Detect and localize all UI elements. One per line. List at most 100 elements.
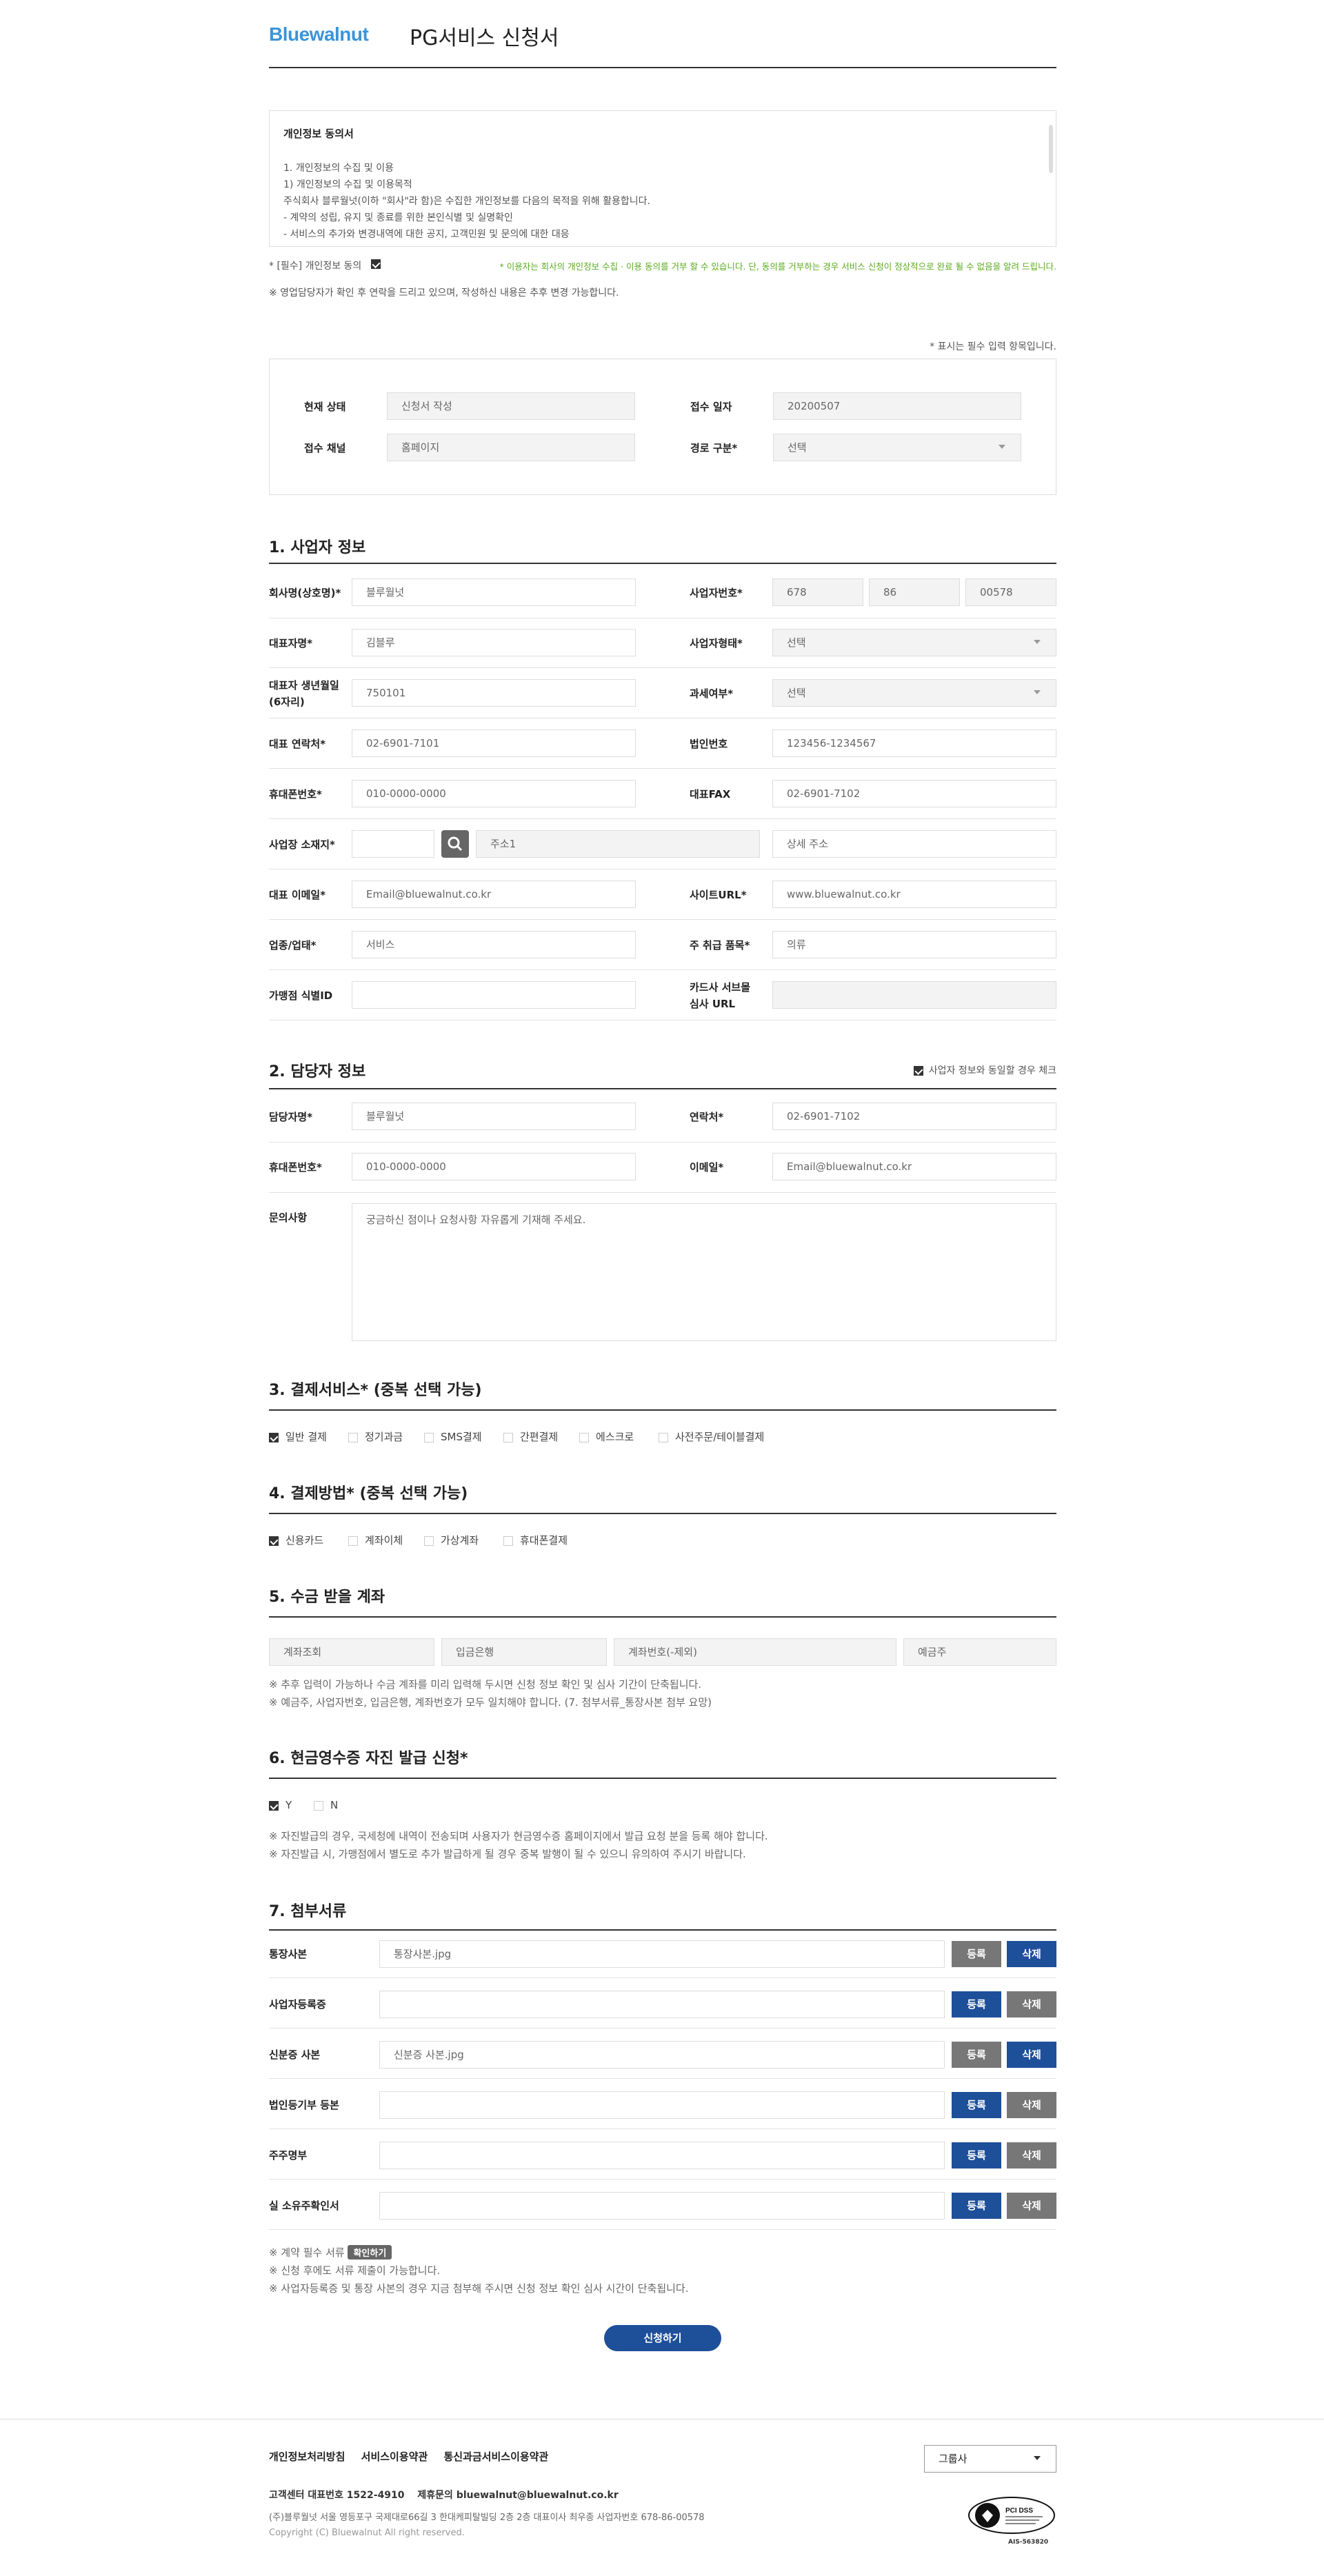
services-section: 3. 결제서비스* (중복 선택 가능) 일반 결제 정기과금 SMS결제 간편…: [269, 1378, 1056, 1453]
method-option-mobile[interactable]: 휴대폰결제: [503, 1533, 568, 1547]
service-checkbox[interactable]: [503, 1432, 513, 1442]
site-input[interactable]: www.bluewalnut.co.kr: [772, 881, 1056, 908]
address1-input[interactable]: 주소1: [476, 830, 760, 858]
manager-divider: [269, 1088, 1056, 1089]
attach-file-input[interactable]: 신분증 사본.jpg: [379, 2041, 945, 2069]
register-button[interactable]: 등록: [952, 2142, 1001, 2169]
company-input[interactable]: 블루월넛: [352, 578, 636, 606]
account-lookup-button[interactable]: 계좌조회: [269, 1638, 434, 1666]
register-button[interactable]: 등록: [952, 2042, 1001, 2068]
review-url-input[interactable]: [772, 981, 1056, 1009]
fax-input[interactable]: 02-6901-7102: [772, 780, 1056, 807]
service-checkbox[interactable]: [424, 1432, 434, 1442]
bank-input[interactable]: 입금은행: [441, 1638, 607, 1666]
manager-mobile-input[interactable]: 010-0000-0000: [352, 1153, 636, 1180]
attach-label: 주주명부: [269, 2149, 308, 2162]
footer: 개인정보처리방침 서비스이용약관 통신과금서비스이용약관 그룹사 고객센터 대표…: [269, 2441, 1056, 2572]
same-as-business-label: 사업자 정보와 동일할 경우 체크: [928, 1065, 1056, 1076]
service-option-label: 정기과금: [365, 1431, 403, 1443]
service-option-sms[interactable]: SMS결제: [424, 1429, 482, 1444]
same-as-business-checkbox[interactable]: [913, 1066, 923, 1076]
address2-input[interactable]: 상세 주소: [772, 830, 1056, 858]
attach-file-input[interactable]: 통장사본.jpg: [379, 1940, 945, 1968]
account-divider: [269, 1616, 1056, 1618]
attach-file-input[interactable]: [379, 1991, 945, 2018]
privacy-scrollbar[interactable]: [1049, 125, 1053, 173]
mobile-input[interactable]: 010-0000-0000: [352, 780, 636, 807]
register-button[interactable]: 등록: [952, 2092, 1001, 2118]
receipt-option-no[interactable]: N: [314, 1799, 338, 1811]
delete-button[interactable]: 삭제: [1007, 2193, 1056, 2219]
holder-input[interactable]: 예금주: [903, 1638, 1056, 1666]
method-checkbox[interactable]: [348, 1536, 358, 1546]
register-button[interactable]: 등록: [952, 2193, 1001, 2219]
method-checkbox[interactable]: [503, 1536, 513, 1546]
receipt-option-yes[interactable]: Y: [269, 1799, 292, 1811]
delete-button[interactable]: 삭제: [1007, 2092, 1056, 2118]
register-button[interactable]: 등록: [952, 1941, 1001, 1967]
method-option-label: 가상계좌: [441, 1534, 479, 1547]
delete-button[interactable]: 삭제: [1007, 1991, 1056, 2017]
method-option-virtual-account[interactable]: 가상계좌: [424, 1533, 479, 1547]
footer-link-privacy[interactable]: 개인정보처리방침: [269, 2451, 345, 2463]
receipt-checkbox[interactable]: [314, 1800, 323, 1811]
privacy-agree-checkbox[interactable]: [371, 259, 381, 269]
inquiry-textarea[interactable]: 궁금하신 점이나 요청사항 자유롭게 기재해 주세요.: [352, 1203, 1056, 1341]
manager-email-input[interactable]: Email@bluewalnut.co.kr: [772, 1153, 1056, 1180]
manager-name-input[interactable]: 블루월넛: [352, 1103, 636, 1130]
bluewalnut-logo[interactable]: Bluewalnut: [269, 23, 369, 46]
delete-button[interactable]: 삭제: [1007, 2142, 1056, 2169]
register-button[interactable]: 등록: [952, 1991, 1001, 2017]
account-number-input[interactable]: 계좌번호(-제외): [614, 1638, 896, 1666]
tel-input[interactable]: 02-6901-7101: [352, 729, 636, 757]
footer-link-billing[interactable]: 통신과금서비스이용약관: [443, 2451, 548, 2463]
row-divider: [269, 818, 1056, 819]
service-option-easy-pay[interactable]: 간편결제: [503, 1429, 558, 1444]
state-label: 현재 상태: [304, 401, 346, 413]
method-checkbox[interactable]: [269, 1536, 279, 1546]
svg-text:PCI DSS: PCI DSS: [1005, 2507, 1033, 2515]
delete-button[interactable]: 삭제: [1007, 2042, 1056, 2068]
service-checkbox[interactable]: [269, 1432, 279, 1442]
mid-input[interactable]: [352, 981, 636, 1009]
corpno-input[interactable]: 123456-1234567: [772, 729, 1056, 757]
footer-link-terms[interactable]: 서비스이용약관: [361, 2451, 428, 2463]
service-option-escrow[interactable]: 에스크로: [579, 1429, 634, 1444]
group-select[interactable]: 그룹사: [924, 2445, 1056, 2473]
account-note-1: ※ 추후 입력이 가능하나 수금 계좌를 미리 입력해 두시면 신청 정보 확인…: [269, 1678, 702, 1691]
same-as-business-option[interactable]: 사업자 정보와 동일할 경우 체크: [913, 1063, 1056, 1077]
row-divider: [269, 667, 1056, 668]
method-option-transfer[interactable]: 계좌이체: [348, 1533, 403, 1547]
service-checkbox[interactable]: [659, 1432, 668, 1442]
receipt-checkbox[interactable]: [269, 1800, 279, 1811]
biztype-select[interactable]: 선택: [772, 629, 1056, 656]
ceo-input[interactable]: 김블루: [352, 629, 636, 656]
service-option-label: 일반 결제: [285, 1431, 327, 1443]
industry-input[interactable]: 서비스: [352, 931, 636, 958]
address-search-button[interactable]: [441, 830, 469, 858]
manager-tel-input[interactable]: 02-6901-7102: [772, 1103, 1056, 1130]
service-option-preorder[interactable]: 사전주문/테이블결제: [659, 1429, 764, 1444]
method-checkbox[interactable]: [424, 1536, 434, 1546]
method-option-card[interactable]: 신용카드: [269, 1533, 323, 1547]
attach-file-input[interactable]: [379, 2142, 945, 2169]
tax-select[interactable]: 선택: [772, 679, 1056, 707]
goods-input[interactable]: 의류: [772, 931, 1056, 958]
attach-file-input[interactable]: [379, 2192, 945, 2220]
delete-button[interactable]: 삭제: [1007, 1941, 1056, 1967]
date-label: 접수 일자: [690, 401, 732, 413]
confirm-documents-button[interactable]: 확인하기: [348, 2245, 392, 2260]
attach-file-input[interactable]: [379, 2091, 945, 2119]
service-checkbox[interactable]: [579, 1432, 589, 1442]
attach-divider: [269, 1929, 1056, 1931]
service-option-general[interactable]: 일반 결제: [269, 1429, 327, 1444]
submit-button[interactable]: 신청하기: [604, 2325, 721, 2351]
partner-email[interactable]: 제휴문의 bluewalnut@bluewalnut.co.kr: [417, 2490, 618, 2501]
service-checkbox[interactable]: [348, 1432, 358, 1442]
birth-input[interactable]: 750101: [352, 679, 636, 707]
privacy-terms-box[interactable]: 개인정보 동의서 1. 개인정보의 수집 및 이용 1) 개인정보의 수집 및 …: [269, 110, 1056, 247]
service-option-subscription[interactable]: 정기과금: [348, 1429, 403, 1444]
zipcode-input[interactable]: [352, 830, 434, 858]
email-input[interactable]: Email@bluewalnut.co.kr: [352, 881, 636, 908]
route-select[interactable]: 선택: [773, 434, 1021, 461]
